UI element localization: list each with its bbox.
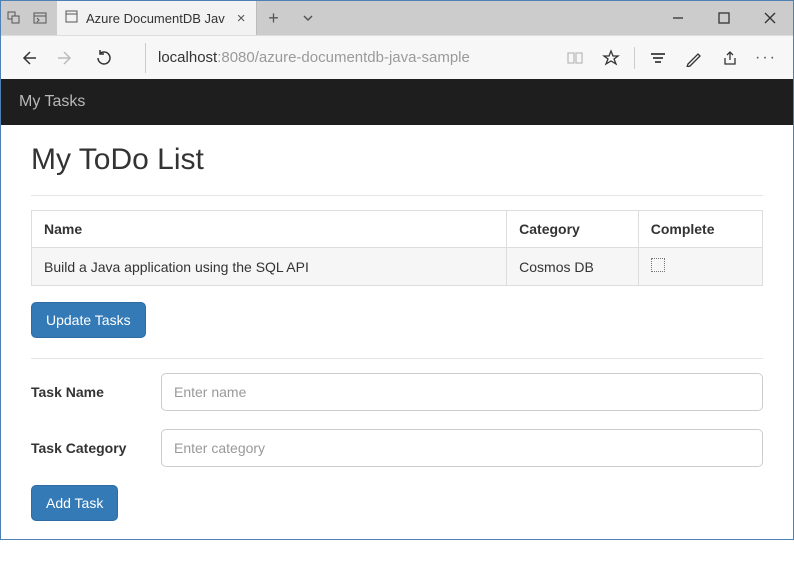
nav-back-button[interactable] (11, 41, 45, 75)
nav-forward-button[interactable] (49, 41, 83, 75)
browser-tab[interactable]: Azure DocumentDB Jav × (57, 1, 257, 35)
window-maximize-button[interactable] (701, 1, 747, 35)
separator (634, 47, 635, 69)
share-icon[interactable] (713, 41, 747, 75)
tab-close-icon[interactable]: × (237, 10, 246, 27)
tab-overflow-icon[interactable] (291, 1, 325, 35)
divider (31, 358, 763, 359)
url-path: :8080/azure-documentdb-java-sample (217, 49, 470, 66)
window-minimize-button[interactable] (655, 1, 701, 35)
nav-refresh-button[interactable] (87, 41, 121, 75)
col-category: Category (507, 211, 639, 248)
navbar-brand[interactable]: My Tasks (19, 93, 85, 111)
cell-name: Build a Java application using the SQL A… (32, 248, 507, 286)
page-title: My ToDo List (31, 143, 763, 177)
window-titlebar: Azure DocumentDB Jav × + (1, 1, 793, 35)
address-bar: localhost:8080/azure-documentdb-java-sam… (1, 35, 793, 79)
tab-title: Azure DocumentDB Jav (86, 11, 225, 26)
cell-category: Cosmos DB (507, 248, 639, 286)
col-complete: Complete (638, 211, 762, 248)
window-close-button[interactable] (747, 1, 793, 35)
new-tab-button[interactable]: + (257, 1, 291, 35)
url-field[interactable]: localhost:8080/azure-documentdb-java-sam… (145, 43, 542, 73)
set-aside-tabs-icon[interactable] (27, 1, 53, 35)
hub-icon[interactable] (641, 41, 675, 75)
url-host: localhost (158, 49, 217, 66)
col-name: Name (32, 211, 507, 248)
task-name-input[interactable] (161, 373, 763, 411)
tab-actions-icon[interactable] (1, 1, 27, 35)
reading-view-icon[interactable] (558, 41, 592, 75)
divider (31, 195, 763, 196)
complete-checkbox[interactable] (651, 258, 665, 272)
table-row: Build a Java application using the SQL A… (32, 248, 763, 286)
cell-complete (638, 248, 762, 286)
app-navbar: My Tasks (1, 79, 793, 125)
add-task-button[interactable]: Add Task (31, 485, 118, 521)
favorite-star-icon[interactable] (594, 41, 628, 75)
page-icon (65, 10, 78, 26)
tasks-table: Name Category Complete Build a Java appl… (31, 210, 763, 286)
task-category-label: Task Category (31, 440, 161, 456)
more-icon[interactable]: ··· (749, 41, 783, 75)
notes-icon[interactable] (677, 41, 711, 75)
task-name-label: Task Name (31, 384, 161, 400)
task-category-input[interactable] (161, 429, 763, 467)
update-tasks-button[interactable]: Update Tasks (31, 302, 146, 338)
